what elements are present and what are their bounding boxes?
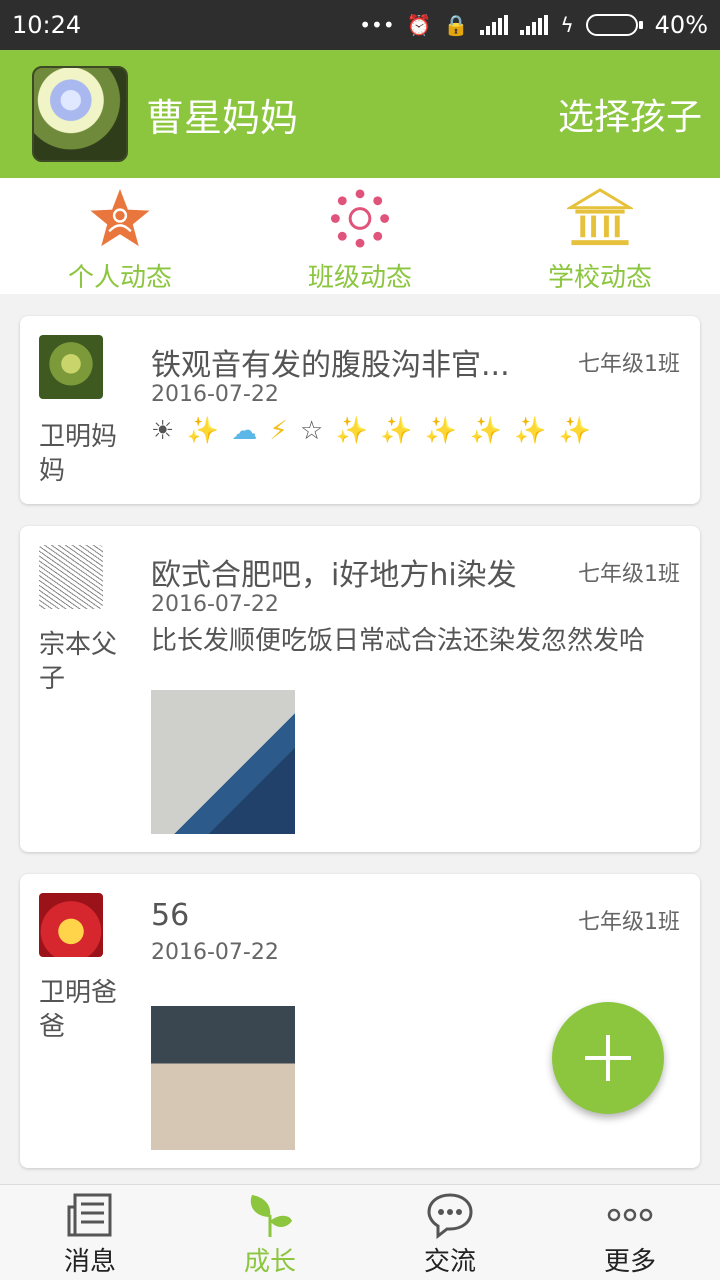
plus-icon xyxy=(585,1035,631,1081)
charging-icon: ϟ xyxy=(560,13,574,37)
cloud-emoji: ☁ xyxy=(231,416,260,446)
class-badge: 七年级1班 xyxy=(578,562,680,587)
author-name: 卫明妈妈 xyxy=(39,422,118,486)
sparkle-emoji: ✨ xyxy=(380,416,415,446)
parent-name: 曹星妈妈 xyxy=(146,95,299,140)
star-emoji: ☆ xyxy=(300,416,326,446)
nav-label: 更多 xyxy=(603,1247,656,1277)
signal-icon xyxy=(480,15,509,35)
battery-icon xyxy=(585,14,643,36)
post-photo[interactable] xyxy=(151,1006,295,1150)
sprout-icon xyxy=(250,1195,292,1237)
tab-label: 学校动态 xyxy=(547,263,652,293)
lightning-emoji: ⚡ xyxy=(269,416,290,446)
tab-personal-feed[interactable]: 个人动态 xyxy=(0,178,240,294)
author-avatar[interactable] xyxy=(39,545,103,609)
tab-school-feed[interactable]: 学校动态 xyxy=(480,178,720,294)
nav-chat[interactable]: 交流 xyxy=(360,1185,540,1280)
status-time: 10:24 xyxy=(12,11,82,39)
author-avatar[interactable] xyxy=(39,893,103,957)
nav-label: 消息 xyxy=(63,1247,116,1277)
class-badge: 七年级1班 xyxy=(578,352,680,377)
sparkle-emoji: ✨ xyxy=(424,416,460,446)
dots-icon: ••• xyxy=(359,13,395,37)
newspaper-icon xyxy=(67,1193,112,1237)
battery-percent: 40% xyxy=(654,11,708,39)
alarm-icon: ⏰ xyxy=(406,13,432,37)
post-date: 2016-07-22 xyxy=(151,382,279,407)
nav-more[interactable]: 更多 xyxy=(540,1185,720,1280)
post-body: 比长发顺便吃饭日常忒合法还染发忽然发哈 xyxy=(151,626,646,656)
sparkle-emoji: ✨ xyxy=(514,416,549,446)
signal-icon xyxy=(520,15,549,35)
post-date: 2016-07-22 xyxy=(151,940,279,965)
star-person-icon xyxy=(90,188,150,247)
post-title: 欧式合肥吧，i好地方hi染发 xyxy=(151,558,517,593)
post-photo[interactable] xyxy=(151,690,295,834)
author-name: 卫明爸爸 xyxy=(39,978,118,1042)
sparkle-emoji: ✨ xyxy=(469,416,504,446)
sparkle-emoji: ✨ xyxy=(335,416,370,446)
sparkle-emoji: ✨ xyxy=(186,416,221,446)
choose-child-button[interactable]: 选择孩子 xyxy=(558,88,702,140)
tab-label: 班级动态 xyxy=(307,263,412,293)
post-title: 56 xyxy=(151,898,190,933)
emoji-content: ☀ ✨ ☁ ⚡ ☆ ✨ ✨ ✨ ✨ ✨ ✨ xyxy=(151,414,671,448)
bottom-nav: 消息 成长 交流 更多 xyxy=(0,1184,720,1280)
status-bar: 10:24 ••• ⏰ 🔒 ϟ 40% xyxy=(0,0,720,50)
nav-label: 成长 xyxy=(243,1247,296,1277)
lock-icon: 🔒 xyxy=(443,13,469,37)
more-dots-icon xyxy=(607,1208,653,1222)
feed-card[interactable]: 卫明妈妈 铁观音有发的腹股沟非官... 七年级1班 2016-07-22 ☀ ✨… xyxy=(20,316,700,504)
sparkle-emoji: ✨ xyxy=(558,416,594,446)
chat-bubble-icon xyxy=(427,1193,473,1239)
app-header: 曹星妈妈 选择孩子 xyxy=(0,50,720,178)
tab-class-feed[interactable]: 班级动态 xyxy=(240,178,480,294)
circle-dots-icon xyxy=(330,189,390,248)
class-badge: 七年级1班 xyxy=(578,910,680,935)
author-name: 宗本父子 xyxy=(39,630,118,694)
category-bar: 个人动态 班级动态 学校动态 xyxy=(0,178,720,294)
post-title: 铁观音有发的腹股沟非官... xyxy=(151,348,510,383)
feed-card[interactable]: 宗本父子 欧式合肥吧，i好地方hi染发 七年级1班 2016-07-22 比长发… xyxy=(20,526,700,852)
sun-emoji: ☀ xyxy=(151,416,177,446)
tab-label: 个人动态 xyxy=(67,263,172,293)
nav-messages[interactable]: 消息 xyxy=(0,1185,180,1280)
post-date: 2016-07-22 xyxy=(151,592,279,617)
author-avatar[interactable] xyxy=(39,335,103,399)
nav-label: 交流 xyxy=(423,1247,476,1277)
nav-growth[interactable]: 成长 xyxy=(180,1185,360,1280)
add-post-button[interactable] xyxy=(552,1002,664,1114)
school-building-icon xyxy=(567,188,633,246)
avatar[interactable] xyxy=(32,66,128,162)
